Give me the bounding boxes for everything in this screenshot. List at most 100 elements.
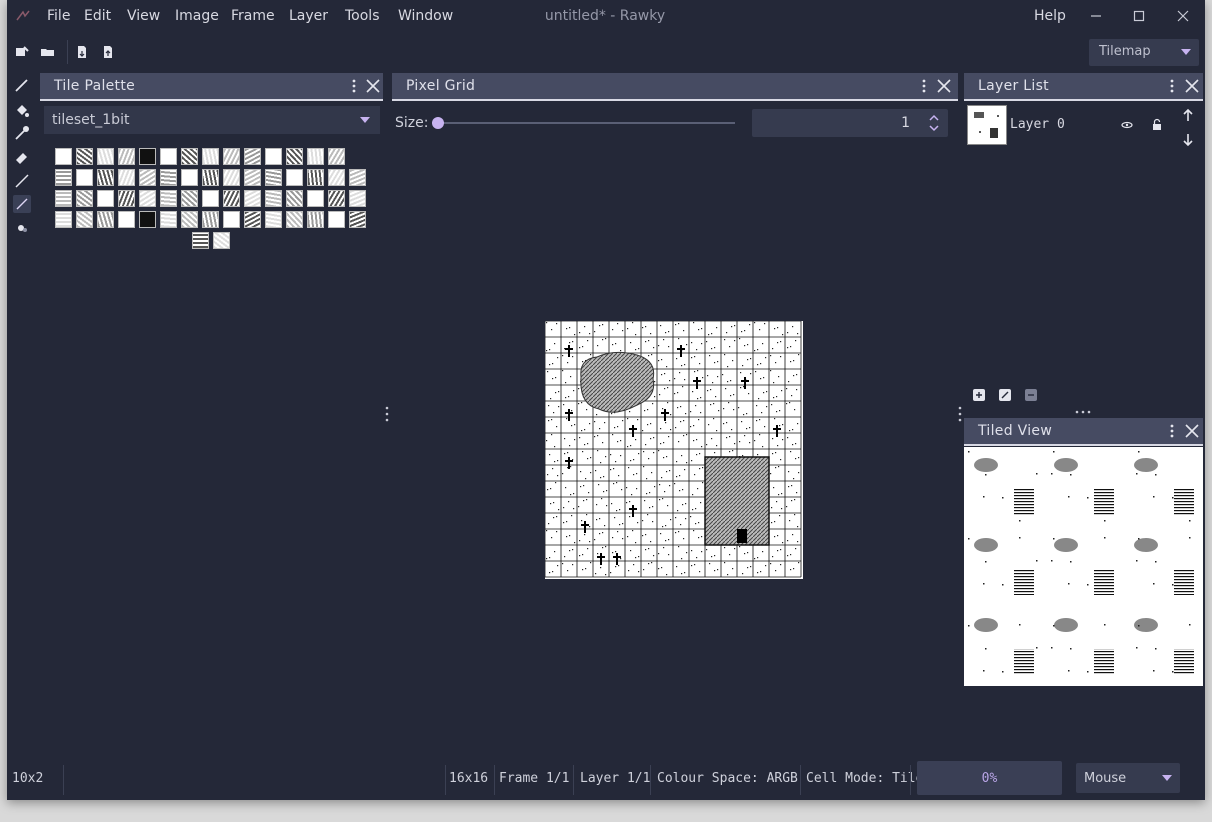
menu-image[interactable]: Image <box>175 8 219 24</box>
panel-menu-icon[interactable] <box>350 78 358 94</box>
close-panel-icon[interactable] <box>365 78 381 94</box>
tile-swatch[interactable] <box>160 148 177 165</box>
splitter-handle-icon[interactable] <box>385 406 389 422</box>
tile-swatch[interactable] <box>97 211 114 228</box>
size-spinbox[interactable]: 1 <box>752 109 948 137</box>
tile-swatch[interactable] <box>202 169 219 186</box>
tile-swatch[interactable] <box>202 148 219 165</box>
line-tool-icon[interactable] <box>13 172 31 190</box>
menu-view[interactable]: View <box>127 8 160 24</box>
tile-swatch[interactable] <box>76 190 93 207</box>
minimize-button[interactable] <box>1086 6 1106 26</box>
tile-swatch[interactable] <box>223 211 240 228</box>
tile-swatch[interactable] <box>191 232 209 249</box>
input-mode-dropdown[interactable]: Mouse <box>1076 763 1180 793</box>
move-layer-down-icon[interactable] <box>1181 133 1195 147</box>
tile-swatch[interactable] <box>244 211 261 228</box>
spin-arrows-icon[interactable] <box>929 113 939 133</box>
tile-swatch[interactable] <box>244 169 261 186</box>
size-slider-handle[interactable] <box>432 117 444 129</box>
tile-swatch[interactable] <box>160 211 177 228</box>
tile-swatch[interactable] <box>97 148 114 165</box>
tile-swatch[interactable] <box>265 190 282 207</box>
tile-swatch[interactable] <box>328 148 345 165</box>
layer-item[interactable]: Layer 0 <box>967 104 1167 148</box>
import-icon[interactable] <box>74 44 90 60</box>
menu-frame[interactable]: Frame <box>231 8 275 24</box>
tile-swatch[interactable] <box>97 169 114 186</box>
tile-swatch[interactable] <box>118 211 135 228</box>
tile-swatch[interactable] <box>307 190 324 207</box>
tile-swatch[interactable] <box>223 169 240 186</box>
eraser-tool-icon[interactable] <box>13 148 31 166</box>
swap-colors-icon[interactable] <box>13 219 31 237</box>
tileset-dropdown[interactable]: tileset_1bit <box>44 106 380 134</box>
tile-swatch[interactable] <box>76 169 93 186</box>
close-window-button[interactable] <box>1173 6 1193 26</box>
menu-tools[interactable]: Tools <box>345 8 380 24</box>
tile-swatch[interactable] <box>76 211 93 228</box>
tile-swatch[interactable] <box>118 148 135 165</box>
tile-swatch[interactable] <box>181 190 198 207</box>
tile-swatch[interactable] <box>118 169 135 186</box>
tile-swatch[interactable] <box>328 169 345 186</box>
panel-menu-icon[interactable] <box>920 78 928 94</box>
tile-swatch[interactable] <box>349 190 366 207</box>
tile-swatch[interactable] <box>139 190 156 207</box>
close-panel-icon[interactable] <box>936 78 952 94</box>
tile-swatch[interactable] <box>202 211 219 228</box>
menu-help[interactable]: Help <box>1034 8 1066 24</box>
tile-swatch[interactable] <box>160 190 177 207</box>
tilemap-canvas[interactable] <box>545 321 803 579</box>
panel-menu-icon[interactable] <box>1168 423 1176 439</box>
menu-edit[interactable]: Edit <box>84 8 111 24</box>
tile-swatch[interactable] <box>139 169 156 186</box>
close-panel-icon[interactable] <box>1184 423 1200 439</box>
tile-swatch[interactable] <box>307 148 324 165</box>
tile-swatch[interactable] <box>307 169 324 186</box>
move-layer-up-icon[interactable] <box>1181 108 1195 122</box>
tile-swatch[interactable] <box>223 190 240 207</box>
tile-swatch[interactable] <box>139 148 156 165</box>
edit-layer-icon[interactable] <box>998 388 1012 402</box>
tile-swatch[interactable] <box>286 169 303 186</box>
open-folder-icon[interactable] <box>40 44 56 60</box>
tile-swatch[interactable] <box>223 148 240 165</box>
tile-swatch[interactable] <box>97 190 114 207</box>
maximize-button[interactable] <box>1129 6 1149 26</box>
tile-swatch[interactable] <box>328 190 345 207</box>
tile-swatch[interactable] <box>181 148 198 165</box>
tile-swatch[interactable] <box>160 169 177 186</box>
tile-swatch[interactable] <box>307 211 324 228</box>
menu-file[interactable]: File <box>47 8 70 24</box>
add-layer-icon[interactable] <box>972 388 986 402</box>
bucket-fill-tool-icon[interactable] <box>13 101 31 119</box>
tile-swatch[interactable] <box>349 211 366 228</box>
tile-swatch[interactable] <box>118 190 135 207</box>
tile-swatch[interactable] <box>244 148 261 165</box>
tile-swatch[interactable] <box>55 148 72 165</box>
panel-menu-icon[interactable] <box>1168 78 1176 94</box>
export-icon[interactable] <box>100 44 116 60</box>
tile-swatch[interactable] <box>286 148 303 165</box>
splitter-handle-icon[interactable] <box>958 406 962 422</box>
eyedropper-tool-icon[interactable] <box>13 124 31 142</box>
pencil-tool-icon[interactable] <box>13 76 31 94</box>
tile-swatch[interactable] <box>76 148 93 165</box>
splitter-handle-icon[interactable] <box>1075 410 1091 414</box>
tile-swatch[interactable] <box>328 211 345 228</box>
tile-swatch[interactable] <box>349 169 366 186</box>
tile-swatch[interactable] <box>286 190 303 207</box>
tile-swatch[interactable] <box>286 211 303 228</box>
tile-swatch[interactable] <box>55 169 72 186</box>
tile-swatch[interactable] <box>55 190 72 207</box>
tile-swatch[interactable] <box>244 190 261 207</box>
tile-swatch[interactable] <box>202 190 219 207</box>
tile-swatch[interactable] <box>265 169 282 186</box>
tile-swatch[interactable] <box>181 211 198 228</box>
tile-swatch[interactable] <box>55 211 72 228</box>
tile-brush-tool-icon[interactable] <box>13 195 31 213</box>
tile-swatch[interactable] <box>212 232 230 249</box>
tile-swatch[interactable] <box>265 148 282 165</box>
new-file-icon[interactable] <box>14 44 30 60</box>
